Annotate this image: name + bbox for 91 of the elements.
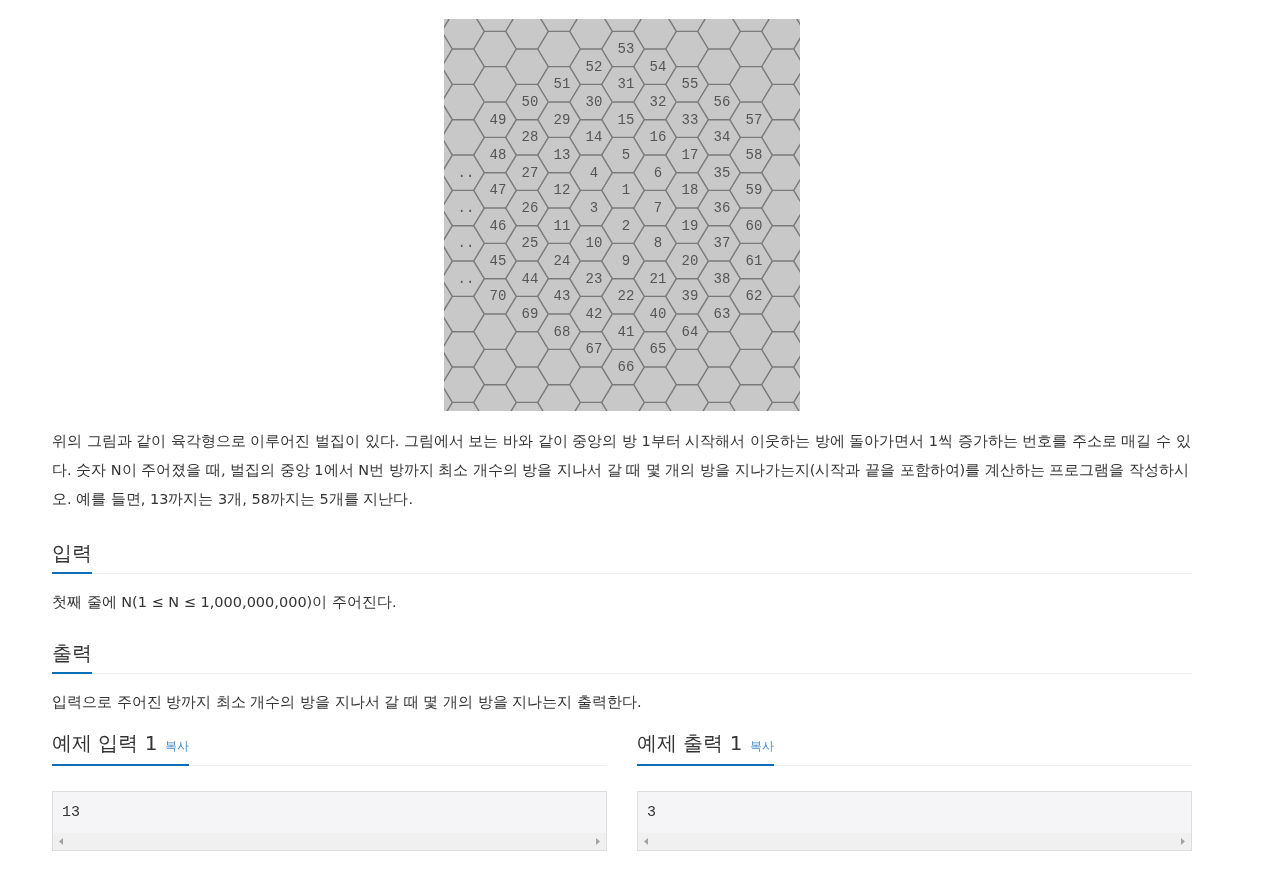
cell-number: 46 — [489, 217, 507, 234]
cell-number: 31 — [617, 76, 635, 93]
section-heading: 출력 — [52, 638, 92, 674]
cell-number: 14 — [585, 129, 603, 146]
cell-number: 62 — [745, 288, 763, 305]
cell-number: 13 — [553, 147, 571, 163]
cell-number: 21 — [649, 270, 667, 287]
cell-number: 70 — [489, 288, 507, 305]
cell-number: 5 — [621, 147, 631, 163]
cell-number: 44 — [521, 270, 539, 287]
cell-number: 56 — [713, 94, 731, 110]
cell-number: 25 — [521, 235, 539, 252]
cell-number: 54 — [649, 58, 667, 75]
cell-number: 41 — [617, 323, 635, 340]
cell-number: 16 — [649, 129, 667, 146]
cell-number: 18 — [681, 182, 699, 199]
cell-number: 1 — [621, 182, 631, 199]
cell-number: 26 — [521, 200, 539, 217]
cell-number: 3 — [589, 200, 599, 217]
copy-link[interactable]: 복사 — [750, 737, 775, 755]
sample-content: 13 — [61, 803, 81, 823]
cell-number: 43 — [553, 288, 571, 305]
horizontal-scrollbar[interactable] — [53, 833, 606, 850]
cell-number: .. — [457, 235, 475, 252]
cell-number: 39 — [681, 288, 699, 305]
cell-number: 19 — [681, 217, 699, 234]
cell-number: 28 — [521, 129, 539, 146]
cell-number: 68 — [553, 323, 571, 340]
cell-number: 36 — [713, 200, 731, 217]
cell-number: 8 — [653, 235, 663, 252]
cell-number: 2 — [621, 217, 631, 234]
cell-number: 15 — [617, 111, 635, 128]
sample-content: 3 — [646, 803, 657, 823]
cell-number: 24 — [553, 253, 571, 270]
cell-number: 60 — [745, 217, 763, 234]
cell-number: 65 — [649, 341, 667, 358]
horizontal-scrollbar[interactable] — [638, 833, 1191, 850]
cell-number: .. — [457, 270, 475, 287]
section-heading: 입력 — [52, 538, 92, 574]
cell-number: 32 — [649, 94, 667, 110]
cell-number: 55 — [681, 76, 699, 93]
cell-number: 35 — [713, 164, 731, 181]
cell-number: 37 — [713, 235, 731, 252]
cell-number: 9 — [621, 253, 631, 270]
cell-number: 6 — [653, 164, 663, 181]
cell-number: 63 — [713, 306, 731, 323]
cell-number: 59 — [745, 182, 763, 199]
cell-number: 51 — [553, 76, 571, 93]
sample-heading: 예제 입력 1 — [52, 730, 158, 757]
cell-number: 53 — [617, 41, 635, 57]
cell-number: 23 — [585, 270, 603, 287]
cell-number: 34 — [713, 129, 731, 146]
cell-number: .. — [457, 164, 475, 181]
cell-number: 33 — [681, 111, 699, 128]
scroll-left-icon[interactable] — [59, 838, 63, 845]
scroll-right-icon[interactable] — [1181, 838, 1185, 845]
cell-number: 49 — [489, 111, 507, 128]
cell-number: 17 — [681, 147, 699, 163]
scroll-right-icon[interactable] — [596, 838, 600, 845]
cell-number: 45 — [489, 253, 507, 270]
cell-number: 47 — [489, 182, 507, 199]
cell-number: 66 — [617, 359, 635, 376]
cell-number: 58 — [745, 147, 763, 163]
cell-number: 11 — [553, 217, 571, 234]
cell-number: 67 — [585, 341, 603, 358]
scroll-left-icon[interactable] — [644, 838, 648, 845]
cell-number: 27 — [521, 164, 539, 181]
cell-number: 4 — [589, 164, 599, 181]
cell-number: 38 — [713, 270, 731, 287]
cell-number: 69 — [521, 306, 539, 323]
cell-number: 42 — [585, 306, 603, 323]
sample-heading: 예제 출력 1 — [637, 730, 743, 757]
cell-number: 64 — [681, 323, 699, 340]
cell-number: 40 — [649, 306, 667, 323]
section-text: 첫째 줄에 N(1 ≤ N ≤ 1,000,000,000)이 주어진다. — [52, 593, 398, 612]
cell-number: 7 — [653, 200, 663, 217]
cell-number: 57 — [745, 111, 763, 128]
cell-number: 22 — [617, 288, 635, 305]
cell-number: 50 — [521, 94, 539, 110]
cell-number: 20 — [681, 253, 699, 270]
problem-description: 위의 그림과 같이 육각형으로 이루어진 벌집이 있다. 그림에서 보는 바와 같이 중앙의 방 1부터 시작해서 이웃하는 방에 돌아가면서 1씩 증가하는 번호를 주소로 매길 수 있다. 숫자 N이 주어졌을 때, 벌집의 중앙 1에서 N번 방까지 최소 개수의 방을 지나서 갈 때 몇 개의 방을 지나가는지(시작과 끝을 포함하여)를 계산하는 프로그램을 작성하시오. 예를 들면, 13까지는 3개, 58까지는 5개를 지난다. — [52, 432, 1192, 509]
cell-number: 61 — [745, 253, 763, 270]
cell-number: .. — [457, 200, 475, 217]
cell-number: 48 — [489, 147, 507, 163]
cell-number: 30 — [585, 94, 603, 110]
cell-number: 12 — [553, 182, 571, 199]
cell-number: 10 — [585, 235, 603, 252]
cell-number: 52 — [585, 58, 603, 75]
cell-number: 29 — [553, 111, 571, 128]
copy-link[interactable]: 복사 — [165, 737, 190, 755]
section-text: 입력으로 주어진 방까지 최소 개수의 방을 지나서 갈 때 몇 개의 방을 지나는지 출력한다. — [52, 693, 643, 712]
